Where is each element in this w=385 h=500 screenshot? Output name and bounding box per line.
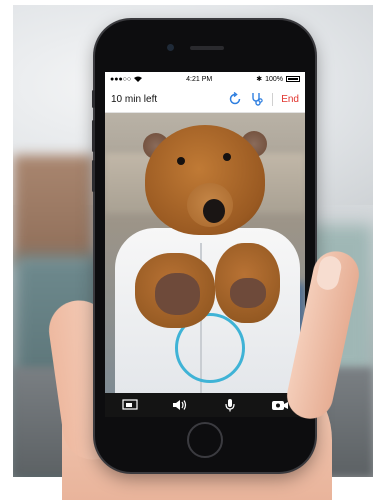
signal-strength: ●●●○○	[110, 75, 132, 83]
stethoscope-icon[interactable]	[250, 92, 264, 106]
time-remaining: 10 min left	[111, 93, 158, 105]
battery-percent: 100%	[265, 75, 283, 83]
call-header: 10 min left End	[105, 86, 305, 113]
screen-share-icon[interactable]	[119, 397, 141, 413]
header-divider	[272, 92, 274, 106]
earpiece-speaker	[190, 46, 224, 50]
video-feed	[105, 113, 305, 393]
bluetooth-icon: ✱	[256, 76, 263, 83]
phone-device: ●●●○○ 4:21 PM ✱ 100% 10 min left End	[92, 20, 315, 472]
wifi-icon	[134, 76, 143, 82]
phone-screen: ●●●○○ 4:21 PM ✱ 100% 10 min left End	[105, 72, 305, 417]
battery-icon	[286, 76, 300, 82]
status-time: 4:21 PM	[186, 75, 213, 83]
bear-right-eye	[223, 153, 231, 161]
status-bar: ●●●○○ 4:21 PM ✱ 100%	[105, 72, 305, 86]
call-controls	[105, 393, 305, 417]
bear-right-paw-pad	[230, 278, 266, 308]
volume-up-button	[92, 120, 95, 152]
volume-down-button	[92, 160, 95, 192]
bear-nose	[203, 199, 225, 223]
background-blur-left	[13, 155, 93, 265]
home-button[interactable]	[187, 422, 223, 458]
front-camera	[167, 44, 174, 51]
bear-left-paw-pad	[155, 273, 200, 315]
bear-left-eye	[177, 157, 185, 165]
end-call-button[interactable]: End	[281, 94, 299, 105]
speaker-icon[interactable]	[169, 397, 191, 413]
refresh-icon[interactable]	[228, 92, 242, 106]
mute-switch	[92, 90, 95, 108]
microphone-icon[interactable]	[219, 397, 241, 413]
